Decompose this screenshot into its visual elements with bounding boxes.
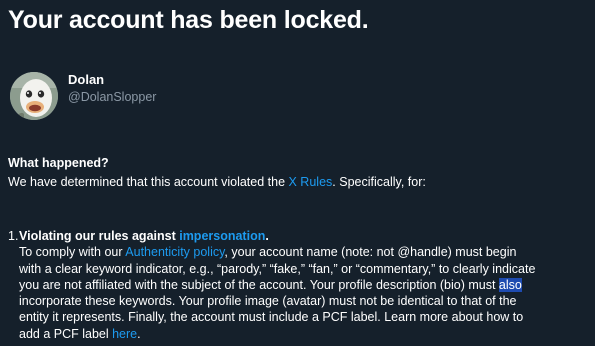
user-handle[interactable]: @DolanSlopper bbox=[68, 90, 156, 104]
violation-line: incorporate these keywords. Your profile… bbox=[19, 294, 517, 309]
what-happened-heading: What happened? bbox=[8, 156, 109, 170]
what-happened-text-before: We have determined that this account vio… bbox=[8, 175, 289, 189]
authenticity-policy-link[interactable]: Authenticity policy bbox=[125, 245, 224, 259]
violation-number: 1. bbox=[8, 229, 19, 243]
violation-line1-before: To comply with our bbox=[19, 245, 126, 260]
selected-text: also bbox=[498, 277, 522, 292]
violation-line: you are not affiliated with the subject … bbox=[19, 277, 593, 293]
violation-line3-before: you are not affiliated with the subject … bbox=[19, 277, 499, 292]
page-title: Your account has been locked. bbox=[8, 6, 369, 34]
x-rules-link[interactable]: X Rules bbox=[289, 175, 333, 189]
impersonation-link[interactable]: impersonation bbox=[179, 229, 265, 243]
violation-line1-after: , your account name (note: not @handle) … bbox=[224, 245, 517, 260]
pcf-label-here-link[interactable]: here bbox=[112, 327, 137, 341]
violation-heading: Violating our rules against impersonatio… bbox=[19, 228, 269, 244]
violation-line6-after: . bbox=[137, 326, 141, 341]
what-happened-text: We have determined that this account vio… bbox=[8, 175, 426, 189]
violation-line: To comply with our Authenticity policy, … bbox=[19, 244, 593, 260]
what-happened-text-after: . Specifically, for: bbox=[332, 175, 426, 189]
violation-line: add a PCF label here. bbox=[19, 326, 593, 342]
display-name[interactable]: Dolan bbox=[68, 72, 104, 87]
violation-body: To comply with our Authenticity policy, … bbox=[19, 244, 593, 342]
violation-line: with a clear keyword indicator, e.g., “p… bbox=[19, 261, 536, 276]
violation-heading-suffix: . bbox=[265, 229, 269, 243]
profile-card: Dolan @DolanSlopper bbox=[10, 72, 310, 122]
violation-line: entity it represents. Finally, the accou… bbox=[19, 310, 524, 325]
violation-heading-prefix: Violating our rules against bbox=[19, 229, 180, 243]
duck-avatar-icon[interactable] bbox=[10, 72, 58, 120]
violation-line6-before: add a PCF label bbox=[19, 326, 113, 341]
